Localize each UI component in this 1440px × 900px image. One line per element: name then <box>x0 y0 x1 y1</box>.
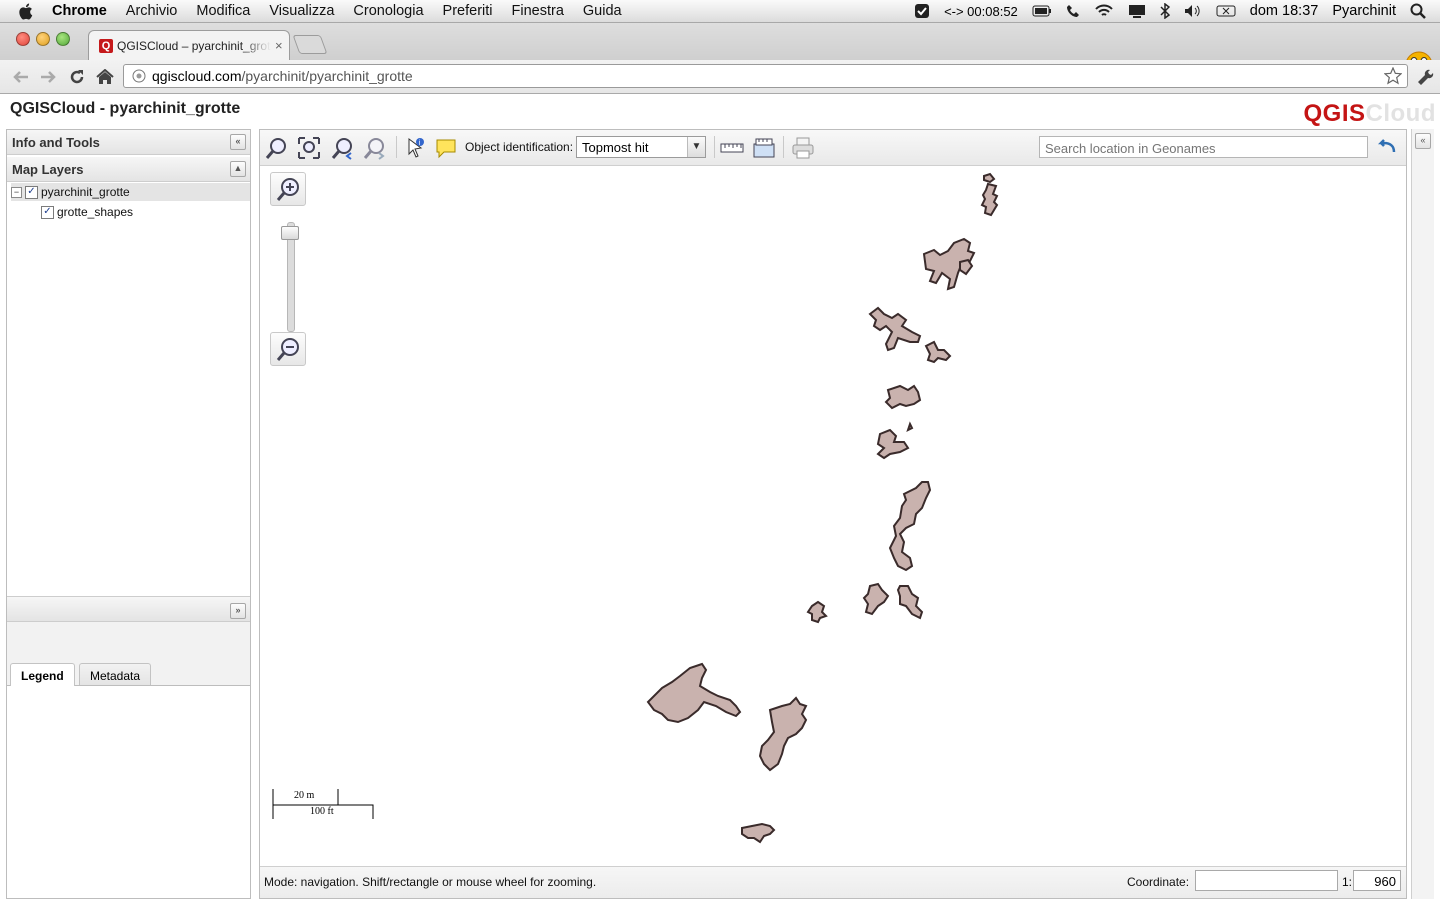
qgiscloud-logo: QGISCloud <box>1303 100 1436 127</box>
scale-prefix-label: 1: <box>1342 875 1353 889</box>
coordinate-label: Coordinate: <box>1127 875 1190 889</box>
bookmark-star-icon[interactable] <box>1383 66 1403 88</box>
menu-archivio[interactable]: Archivio <box>126 3 178 19</box>
scale-bar: 20 m 100 ft <box>272 789 376 819</box>
tab-legend[interactable]: Legend <box>10 663 75 686</box>
map-toolbar: i Object identification: Topmost hit ▼ <box>260 130 1406 166</box>
collapse-left-icon[interactable]: « <box>230 134 246 150</box>
reset-search-icon[interactable] <box>1375 136 1397 159</box>
apple-icon[interactable] <box>18 2 36 20</box>
scale-bar-metric-label: 20 m <box>294 790 315 801</box>
cave-cluster-south <box>646 662 808 844</box>
home-icon[interactable] <box>94 66 116 88</box>
layer-checkbox-grotte-shapes[interactable]: ✓ <box>41 205 54 219</box>
bluetooth-icon[interactable] <box>1160 3 1170 19</box>
menu-app-chrome[interactable]: Chrome <box>52 3 107 19</box>
address-bar[interactable]: qgiscloud.com/pyarchinit/pyarchinit_grot… <box>123 64 1408 88</box>
forward-arrow-icon[interactable] <box>37 66 59 88</box>
new-tab-button[interactable] <box>292 35 328 54</box>
menu-modifica[interactable]: Modifica <box>196 3 250 19</box>
macos-menubar: Chrome Archivio Modifica Visualizza Cron… <box>0 0 1440 23</box>
battery-icon[interactable] <box>1032 5 1052 17</box>
cave-cluster-middle <box>806 384 932 624</box>
zoom-previous-icon[interactable] <box>330 135 356 161</box>
svg-text:i: i <box>419 139 421 147</box>
tree-collapse-icon[interactable]: − <box>11 186 22 198</box>
menu-guida[interactable]: Guida <box>583 3 622 19</box>
collapse-up-icon[interactable]: ▲ <box>230 161 246 177</box>
tab-close-icon[interactable]: × <box>275 38 283 53</box>
keyboard-input-icon[interactable] <box>1216 4 1236 18</box>
browser-tabstrip: Q QGISCloud – pyarchinit_grotte × <box>0 23 1440 79</box>
scale-bar-imperial-label: 100 ft <box>310 806 334 817</box>
volume-icon[interactable] <box>1184 4 1202 18</box>
map-tips-icon[interactable] <box>433 135 459 161</box>
cave-cluster-north <box>868 172 999 364</box>
layer-checkbox-pyarchinit-grotte[interactable]: ✓ <box>25 185 38 199</box>
tab-metadata[interactable]: Metadata <box>79 663 152 685</box>
browser-tab-active[interactable]: Q QGISCloud – pyarchinit_grotte × <box>88 30 290 60</box>
scale-field[interactable]: 960 <box>1353 870 1401 891</box>
map-canvas[interactable]: 20 m 100 ft <box>260 166 1406 866</box>
wifi-icon[interactable] <box>1094 4 1114 18</box>
reload-icon[interactable] <box>66 66 88 88</box>
info-tools-title: Info and Tools <box>12 135 100 150</box>
page-title: QGISCloud - pyarchinit_grotte <box>10 100 241 117</box>
back-arrow-icon[interactable] <box>10 66 32 88</box>
screen-timer[interactable]: <-> 00:08:52 <box>944 4 1018 19</box>
menubar-clock[interactable]: dom 18:37 <box>1250 3 1319 19</box>
object-identification-select[interactable]: Topmost hit ▼ <box>576 136 706 158</box>
left-panel: Info and Tools « Map Layers ▲ − ✓ pyarch… <box>6 129 251 899</box>
identify-icon[interactable]: i <box>402 135 428 161</box>
geonames-search-input[interactable] <box>1039 136 1368 158</box>
layer-label[interactable]: grotte_shapes <box>57 205 133 219</box>
zoom-next-icon[interactable] <box>362 135 388 161</box>
spotlight-search-icon[interactable] <box>1410 3 1426 19</box>
page-header: QGISCloud - pyarchinit_grotte QGISCloud <box>0 94 1440 127</box>
menubar-user[interactable]: Pyarchinit <box>1332 3 1396 19</box>
qgiscloud-page: QGISCloud - pyarchinit_grotte QGISCloud … <box>0 94 1440 900</box>
mode-status-text: Mode: navigation. Shift/rectangle or mou… <box>264 875 597 889</box>
map-status-bar: Mode: navigation. Shift/rectangle or mou… <box>260 866 1406 898</box>
map-panel: i Object identification: Topmost hit ▼ S… <box>259 129 1407 899</box>
legend-panel-header[interactable]: » <box>7 596 250 622</box>
phone-icon[interactable] <box>1066 4 1080 18</box>
object-identification-label: Object identification: <box>465 140 574 154</box>
menu-visualizza[interactable]: Visualizza <box>269 3 334 19</box>
right-collapsed-panel[interactable]: « <box>1411 129 1434 899</box>
layer-row-grotte-shapes[interactable]: ✓ grotte_shapes <box>41 203 133 221</box>
menu-finestra[interactable]: Finestra <box>512 3 564 19</box>
measure-distance-icon[interactable] <box>719 135 745 161</box>
menu-preferiti[interactable]: Preferiti <box>443 3 493 19</box>
window-zoom-button[interactable] <box>56 32 70 46</box>
qgiscloud-favicon-icon: Q <box>99 38 113 53</box>
object-identification-value: Topmost hit <box>582 140 649 155</box>
coordinate-field[interactable] <box>1195 870 1338 891</box>
map-layers-title: Map Layers <box>12 162 84 177</box>
page-info-icon[interactable] <box>132 69 146 83</box>
display-icon[interactable] <box>1128 4 1146 18</box>
zoom-full-extent-icon[interactable] <box>296 135 322 161</box>
measure-area-icon[interactable] <box>751 135 777 161</box>
expand-right-panel-icon[interactable]: « <box>1415 133 1431 149</box>
window-minimize-button[interactable] <box>36 32 50 46</box>
url-path: /pyarchinit/pyarchinit_grotte <box>241 68 413 84</box>
cave-shapes-layer <box>646 172 999 844</box>
menu-cronologia[interactable]: Cronologia <box>353 3 423 19</box>
map-layers-header[interactable]: Map Layers ▲ <box>7 157 250 182</box>
info-tools-header[interactable]: Info and Tools « <box>7 130 250 155</box>
expand-down-icon[interactable]: » <box>230 603 246 619</box>
tab-title: QGISCloud – pyarchinit_grotte <box>117 38 271 53</box>
url-host: qgiscloud.com <box>152 68 242 84</box>
print-icon[interactable] <box>790 135 816 161</box>
legend-tab-bar: Legend Metadata <box>7 660 250 686</box>
wrench-menu-icon[interactable] <box>1414 66 1434 89</box>
checkmark-status-icon[interactable] <box>914 3 930 19</box>
zoom-box-icon[interactable] <box>264 135 290 161</box>
chevron-down-icon[interactable]: ▼ <box>687 137 705 157</box>
layer-label[interactable]: pyarchinit_grotte <box>41 185 130 199</box>
browser-toolbar: qgiscloud.com/pyarchinit/pyarchinit_grot… <box>0 60 1440 94</box>
layer-row-pyarchinit-grotte[interactable]: − ✓ pyarchinit_grotte <box>11 183 250 201</box>
window-close-button[interactable] <box>16 32 30 46</box>
